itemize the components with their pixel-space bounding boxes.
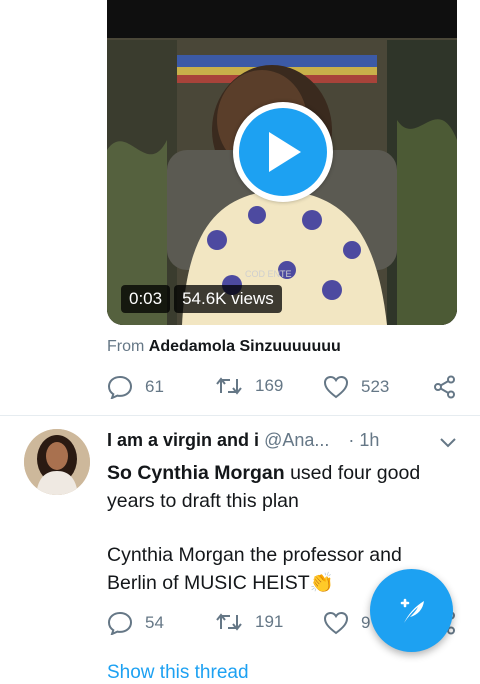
from-prefix: From bbox=[107, 338, 145, 355]
avatar-image bbox=[24, 429, 90, 495]
retweet-action[interactable]: 191 bbox=[215, 611, 283, 633]
retweet-icon bbox=[216, 613, 242, 631]
like-action[interactable]: 523 bbox=[323, 375, 389, 399]
tweet-bold-name: So Cynthia Morgan bbox=[107, 462, 285, 484]
compose-tweet-button[interactable] bbox=[370, 569, 453, 652]
tweet-actions: 61 169 523 bbox=[107, 375, 457, 401]
tweet-header: I am a virgin and i @Ana... · 1h bbox=[107, 430, 456, 451]
retweet-count: 169 bbox=[255, 376, 284, 395]
from-author[interactable]: Adedamola Sinzuuuuuuu bbox=[149, 338, 341, 355]
reply-icon bbox=[107, 375, 133, 399]
tweet-divider bbox=[0, 415, 480, 416]
reply-count: 54 bbox=[145, 613, 164, 632]
retweet-icon bbox=[216, 377, 242, 395]
tweet-paragraph-1: So Cynthia Morgan used four good years t… bbox=[107, 459, 457, 515]
tweet-text-para2: Cynthia Morgan the professor and Berlin … bbox=[107, 544, 402, 594]
reply-count: 61 bbox=[145, 377, 164, 396]
watermark-text: COD ENTE bbox=[245, 269, 292, 279]
share-icon bbox=[434, 375, 455, 399]
reply-action[interactable]: 54 bbox=[107, 611, 164, 635]
play-icon bbox=[269, 132, 301, 172]
like-count: 523 bbox=[361, 377, 390, 396]
user-handle[interactable]: @Ana... bbox=[264, 430, 329, 450]
display-name[interactable]: I am a virgin and i bbox=[107, 430, 259, 450]
compose-feather-icon bbox=[400, 598, 424, 623]
heart-icon bbox=[323, 375, 349, 399]
avatar[interactable] bbox=[24, 429, 90, 495]
clap-emoji: 👏 bbox=[309, 572, 334, 594]
like-count: 9 bbox=[361, 613, 371, 632]
reply-icon bbox=[107, 611, 133, 635]
video-duration: 0:03 bbox=[121, 285, 171, 313]
like-action[interactable]: 9 bbox=[323, 611, 370, 635]
play-button[interactable] bbox=[233, 102, 333, 202]
video-overlay: 0:03 54.6K views bbox=[121, 285, 282, 313]
video-views: 54.6K views bbox=[174, 285, 282, 313]
share-action[interactable] bbox=[433, 375, 457, 399]
show-thread-link[interactable]: Show this thread bbox=[107, 662, 249, 684]
retweet-count: 191 bbox=[255, 612, 284, 631]
tweet-time[interactable]: · 1h bbox=[348, 430, 379, 450]
chevron-down-icon[interactable] bbox=[438, 436, 458, 450]
reply-action[interactable]: 61 bbox=[107, 375, 164, 399]
retweet-action[interactable]: 169 bbox=[215, 375, 283, 397]
heart-icon bbox=[323, 611, 349, 635]
video-attribution[interactable]: From Adedamola Sinzuuuuuuu bbox=[107, 338, 341, 356]
